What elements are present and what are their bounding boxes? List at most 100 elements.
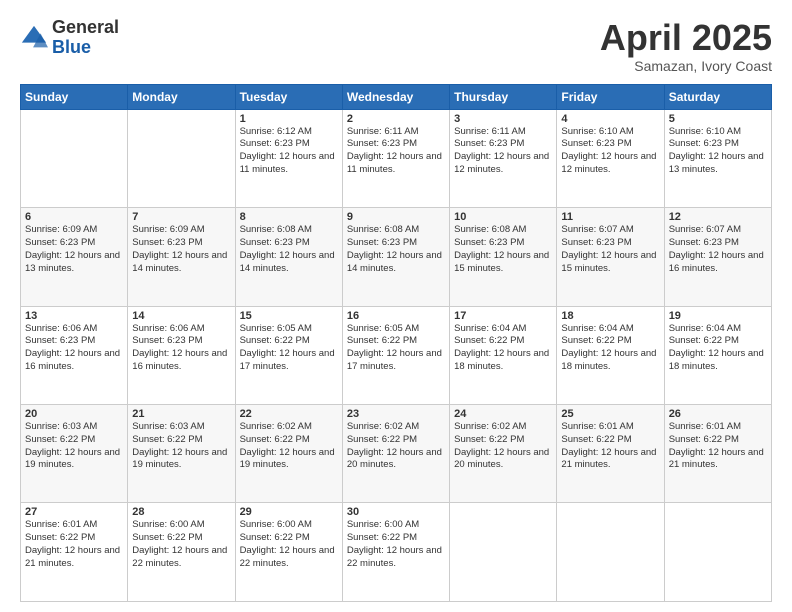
logo-text: General Blue <box>52 18 119 58</box>
day-info: Sunrise: 6:05 AM Sunset: 6:22 PM Dayligh… <box>347 323 445 374</box>
weekday-header: Monday <box>128 84 235 109</box>
day-number: 22 <box>240 408 338 420</box>
day-info: Sunrise: 6:02 AM Sunset: 6:22 PM Dayligh… <box>240 421 338 472</box>
calendar-cell <box>128 109 235 207</box>
day-info: Sunrise: 6:10 AM Sunset: 6:23 PM Dayligh… <box>669 126 767 177</box>
calendar-title: April 2025 <box>600 18 772 58</box>
day-info: Sunrise: 6:10 AM Sunset: 6:23 PM Dayligh… <box>561 126 659 177</box>
calendar-cell: 9Sunrise: 6:08 AM Sunset: 6:23 PM Daylig… <box>342 208 449 306</box>
weekday-header: Tuesday <box>235 84 342 109</box>
calendar-cell: 29Sunrise: 6:00 AM Sunset: 6:22 PM Dayli… <box>235 503 342 602</box>
day-number: 23 <box>347 408 445 420</box>
calendar-cell: 20Sunrise: 6:03 AM Sunset: 6:22 PM Dayli… <box>21 405 128 503</box>
calendar-cell: 2Sunrise: 6:11 AM Sunset: 6:23 PM Daylig… <box>342 109 449 207</box>
calendar-week-row: 6Sunrise: 6:09 AM Sunset: 6:23 PM Daylig… <box>21 208 772 306</box>
calendar-cell: 27Sunrise: 6:01 AM Sunset: 6:22 PM Dayli… <box>21 503 128 602</box>
day-number: 6 <box>25 211 123 223</box>
day-info: Sunrise: 6:02 AM Sunset: 6:22 PM Dayligh… <box>347 421 445 472</box>
day-info: Sunrise: 6:08 AM Sunset: 6:23 PM Dayligh… <box>347 224 445 275</box>
logo-general: General <box>52 18 119 38</box>
day-info: Sunrise: 6:03 AM Sunset: 6:22 PM Dayligh… <box>25 421 123 472</box>
calendar-cell <box>664 503 771 602</box>
day-number: 17 <box>454 310 552 322</box>
calendar-cell: 19Sunrise: 6:04 AM Sunset: 6:22 PM Dayli… <box>664 306 771 404</box>
calendar-cell: 17Sunrise: 6:04 AM Sunset: 6:22 PM Dayli… <box>450 306 557 404</box>
day-number: 19 <box>669 310 767 322</box>
day-number: 2 <box>347 113 445 125</box>
calendar-cell: 13Sunrise: 6:06 AM Sunset: 6:23 PM Dayli… <box>21 306 128 404</box>
calendar-cell: 1Sunrise: 6:12 AM Sunset: 6:23 PM Daylig… <box>235 109 342 207</box>
day-info: Sunrise: 6:01 AM Sunset: 6:22 PM Dayligh… <box>669 421 767 472</box>
calendar-week-row: 1Sunrise: 6:12 AM Sunset: 6:23 PM Daylig… <box>21 109 772 207</box>
header-row: SundayMondayTuesdayWednesdayThursdayFrid… <box>21 84 772 109</box>
day-number: 9 <box>347 211 445 223</box>
calendar-cell: 26Sunrise: 6:01 AM Sunset: 6:22 PM Dayli… <box>664 405 771 503</box>
calendar-week-row: 20Sunrise: 6:03 AM Sunset: 6:22 PM Dayli… <box>21 405 772 503</box>
day-info: Sunrise: 6:08 AM Sunset: 6:23 PM Dayligh… <box>240 224 338 275</box>
calendar-cell: 11Sunrise: 6:07 AM Sunset: 6:23 PM Dayli… <box>557 208 664 306</box>
day-number: 11 <box>561 211 659 223</box>
day-number: 15 <box>240 310 338 322</box>
day-number: 5 <box>669 113 767 125</box>
calendar-cell: 22Sunrise: 6:02 AM Sunset: 6:22 PM Dayli… <box>235 405 342 503</box>
calendar-week-row: 13Sunrise: 6:06 AM Sunset: 6:23 PM Dayli… <box>21 306 772 404</box>
day-number: 4 <box>561 113 659 125</box>
day-number: 20 <box>25 408 123 420</box>
calendar-cell: 23Sunrise: 6:02 AM Sunset: 6:22 PM Dayli… <box>342 405 449 503</box>
day-number: 28 <box>132 506 230 518</box>
day-info: Sunrise: 6:09 AM Sunset: 6:23 PM Dayligh… <box>132 224 230 275</box>
day-info: Sunrise: 6:00 AM Sunset: 6:22 PM Dayligh… <box>132 519 230 570</box>
calendar-cell: 7Sunrise: 6:09 AM Sunset: 6:23 PM Daylig… <box>128 208 235 306</box>
weekday-header: Friday <box>557 84 664 109</box>
calendar-cell: 12Sunrise: 6:07 AM Sunset: 6:23 PM Dayli… <box>664 208 771 306</box>
day-info: Sunrise: 6:06 AM Sunset: 6:23 PM Dayligh… <box>25 323 123 374</box>
calendar-cell: 24Sunrise: 6:02 AM Sunset: 6:22 PM Dayli… <box>450 405 557 503</box>
logo: General Blue <box>20 18 119 58</box>
day-info: Sunrise: 6:03 AM Sunset: 6:22 PM Dayligh… <box>132 421 230 472</box>
calendar-cell: 8Sunrise: 6:08 AM Sunset: 6:23 PM Daylig… <box>235 208 342 306</box>
day-info: Sunrise: 6:09 AM Sunset: 6:23 PM Dayligh… <box>25 224 123 275</box>
calendar-cell: 3Sunrise: 6:11 AM Sunset: 6:23 PM Daylig… <box>450 109 557 207</box>
calendar-cell: 28Sunrise: 6:00 AM Sunset: 6:22 PM Dayli… <box>128 503 235 602</box>
day-number: 25 <box>561 408 659 420</box>
calendar-cell: 5Sunrise: 6:10 AM Sunset: 6:23 PM Daylig… <box>664 109 771 207</box>
day-number: 16 <box>347 310 445 322</box>
calendar-cell: 18Sunrise: 6:04 AM Sunset: 6:22 PM Dayli… <box>557 306 664 404</box>
day-info: Sunrise: 6:12 AM Sunset: 6:23 PM Dayligh… <box>240 126 338 177</box>
calendar-cell: 16Sunrise: 6:05 AM Sunset: 6:22 PM Dayli… <box>342 306 449 404</box>
day-info: Sunrise: 6:04 AM Sunset: 6:22 PM Dayligh… <box>561 323 659 374</box>
calendar-week-row: 27Sunrise: 6:01 AM Sunset: 6:22 PM Dayli… <box>21 503 772 602</box>
calendar-cell <box>21 109 128 207</box>
day-info: Sunrise: 6:04 AM Sunset: 6:22 PM Dayligh… <box>454 323 552 374</box>
logo-icon <box>20 24 48 52</box>
day-info: Sunrise: 6:07 AM Sunset: 6:23 PM Dayligh… <box>561 224 659 275</box>
calendar-cell: 21Sunrise: 6:03 AM Sunset: 6:22 PM Dayli… <box>128 405 235 503</box>
day-info: Sunrise: 6:02 AM Sunset: 6:22 PM Dayligh… <box>454 421 552 472</box>
day-number: 27 <box>25 506 123 518</box>
calendar-cell <box>557 503 664 602</box>
calendar-cell: 4Sunrise: 6:10 AM Sunset: 6:23 PM Daylig… <box>557 109 664 207</box>
calendar-cell: 25Sunrise: 6:01 AM Sunset: 6:22 PM Dayli… <box>557 405 664 503</box>
calendar-cell: 14Sunrise: 6:06 AM Sunset: 6:23 PM Dayli… <box>128 306 235 404</box>
day-number: 13 <box>25 310 123 322</box>
day-info: Sunrise: 6:01 AM Sunset: 6:22 PM Dayligh… <box>25 519 123 570</box>
day-info: Sunrise: 6:11 AM Sunset: 6:23 PM Dayligh… <box>347 126 445 177</box>
day-number: 14 <box>132 310 230 322</box>
day-number: 3 <box>454 113 552 125</box>
day-number: 18 <box>561 310 659 322</box>
calendar-subtitle: Samazan, Ivory Coast <box>600 58 772 74</box>
calendar-cell: 15Sunrise: 6:05 AM Sunset: 6:22 PM Dayli… <box>235 306 342 404</box>
page: General Blue April 2025 Samazan, Ivory C… <box>0 0 792 612</box>
day-number: 29 <box>240 506 338 518</box>
day-info: Sunrise: 6:05 AM Sunset: 6:22 PM Dayligh… <box>240 323 338 374</box>
day-info: Sunrise: 6:04 AM Sunset: 6:22 PM Dayligh… <box>669 323 767 374</box>
day-number: 10 <box>454 211 552 223</box>
day-number: 1 <box>240 113 338 125</box>
calendar-cell: 10Sunrise: 6:08 AM Sunset: 6:23 PM Dayli… <box>450 208 557 306</box>
day-info: Sunrise: 6:00 AM Sunset: 6:22 PM Dayligh… <box>347 519 445 570</box>
logo-blue: Blue <box>52 38 119 58</box>
day-number: 30 <box>347 506 445 518</box>
day-number: 24 <box>454 408 552 420</box>
calendar-cell: 30Sunrise: 6:00 AM Sunset: 6:22 PM Dayli… <box>342 503 449 602</box>
weekday-header: Sunday <box>21 84 128 109</box>
